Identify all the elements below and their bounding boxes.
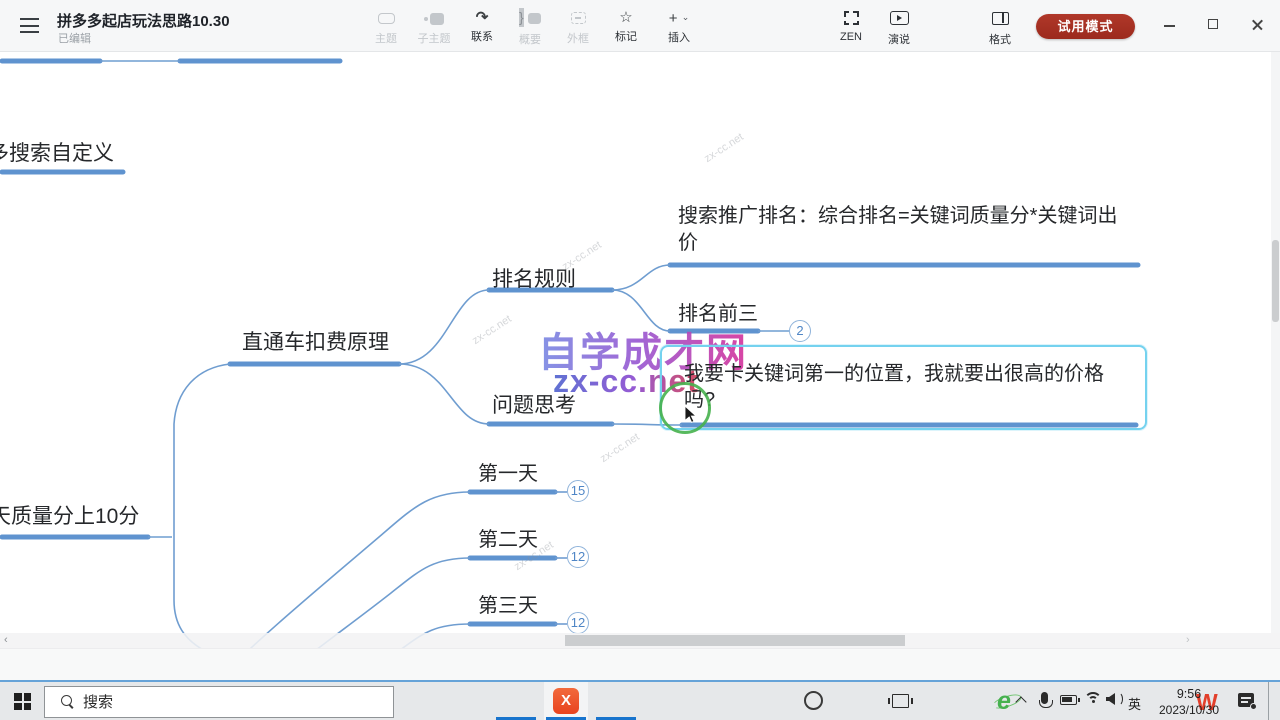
- node-quality-score[interactable]: 三天质量分上10分: [0, 500, 139, 530]
- toolbar-marker-button[interactable]: ☆ 标记: [601, 6, 651, 48]
- battery-icon[interactable]: [1060, 695, 1077, 705]
- cortana-icon: [804, 691, 823, 710]
- node-day3[interactable]: 第三天: [478, 589, 538, 618]
- topic-icon: [378, 13, 395, 24]
- speaker-wave: [1113, 692, 1123, 706]
- maximize-icon: [1208, 19, 1218, 29]
- node-paid-traffic[interactable]: 直通车扣费原理: [242, 326, 389, 356]
- minimize-button[interactable]: [1152, 10, 1188, 40]
- status-bar: [0, 648, 1280, 680]
- task-view-icon: [892, 694, 909, 708]
- subtopic-icon: [424, 13, 444, 24]
- relationship-icon: ↷: [476, 8, 489, 27]
- taskbar-search[interactable]: [44, 686, 394, 718]
- collapsed-badge-rank-top3[interactable]: 2: [789, 320, 811, 342]
- toolbar-zen-button[interactable]: ZEN: [826, 6, 876, 48]
- selected-node-outline[interactable]: [660, 345, 1147, 430]
- collapsed-badge-day1[interactable]: 15: [567, 480, 589, 502]
- mouse-cursor: [684, 405, 698, 424]
- zen-mode-icon: [844, 11, 859, 25]
- vertical-scrollbar[interactable]: [1271, 52, 1280, 633]
- node-search-rank-formula[interactable]: 搜索推广排名：综合排名=关键词质量分*关键词出价: [678, 203, 1136, 257]
- vertical-scrollbar-thumb[interactable]: [1272, 240, 1279, 322]
- close-button[interactable]: [1240, 10, 1276, 40]
- maximize-button[interactable]: [1196, 10, 1232, 40]
- show-desktop-button[interactable]: [1268, 682, 1280, 720]
- horizontal-scrollbar-thumb[interactable]: [565, 635, 905, 646]
- summary-icon: [519, 12, 541, 25]
- mindmap-canvas[interactable]: zx-cc.net zx-cc.net zx-cc.net zx-cc.net …: [0, 52, 1280, 648]
- search-input[interactable]: [83, 687, 383, 717]
- cortana-button[interactable]: [398, 682, 434, 720]
- play-icon: [890, 11, 909, 25]
- toolbar-insert-button[interactable]: + ⌄ 插入: [654, 6, 704, 48]
- windows-logo-icon: [14, 693, 31, 710]
- horizontal-scrollbar[interactable]: ‹ ›: [0, 633, 1280, 648]
- node-rank-top3[interactable]: 排名前三: [678, 297, 758, 326]
- toolbar-format-button[interactable]: 格式: [975, 6, 1025, 48]
- scroll-right-arrow[interactable]: ›: [1186, 634, 1190, 646]
- taskbar-clock[interactable]: 9:56 2023/10/30: [1150, 687, 1228, 717]
- toolbar-present-button[interactable]: 演说: [874, 6, 924, 48]
- titlebar: 拼多多起店玩法思路10.30 已编辑 主题 子主题 ↷ 联系 概要 外框 ☆ 标…: [0, 0, 1280, 52]
- clock-date: 2023/10/30: [1150, 703, 1228, 717]
- node-question-think[interactable]: 问题思考: [492, 389, 576, 419]
- scroll-left-arrow[interactable]: ‹: [4, 634, 8, 646]
- wifi-icon[interactable]: [1084, 692, 1102, 706]
- input-language-indicator[interactable]: 英: [1128, 694, 1141, 713]
- plus-icon: + ⌄: [669, 8, 689, 27]
- toolbar-topic-button[interactable]: 主题: [361, 6, 411, 48]
- menu-hamburger-icon[interactable]: [20, 18, 39, 33]
- clock-time: 9:56: [1150, 687, 1228, 701]
- toolbar-relationship-button[interactable]: ↷ 联系: [457, 6, 507, 48]
- document-status: 已编辑: [58, 30, 91, 46]
- search-icon: [61, 695, 75, 709]
- xmind-icon: X: [553, 688, 579, 714]
- boundary-icon: [571, 12, 586, 24]
- collapsed-badge-day3[interactable]: 12: [567, 612, 589, 634]
- taskbar: e X W 英 9:56 2023/10/30: [0, 680, 1280, 720]
- node-day2[interactable]: 第二天: [478, 523, 538, 552]
- toolbar-boundary-button[interactable]: 外框: [553, 6, 603, 48]
- xmind-button[interactable]: X: [544, 682, 588, 720]
- screen: { "titlebar": { "title": "拼多多起店玩法思路10.30…: [0, 0, 1280, 720]
- toolbar-subtopic-button[interactable]: 子主题: [409, 6, 459, 48]
- document-title: 拼多多起店玩法思路10.30: [57, 10, 230, 31]
- node-day1[interactable]: 第一天: [478, 457, 538, 486]
- internet-explorer-button[interactable]: e: [494, 682, 538, 720]
- microphone-icon[interactable]: [1041, 692, 1048, 704]
- wps-button[interactable]: W: [594, 682, 638, 720]
- format-panel-icon: [992, 12, 1009, 25]
- trial-mode-button[interactable]: 试用模式: [1036, 14, 1135, 39]
- node-rank-rules[interactable]: 排名规则: [492, 263, 576, 293]
- toolbar-summary-button[interactable]: 概要: [505, 6, 555, 48]
- action-center-icon[interactable]: [1238, 693, 1254, 707]
- minimize-icon: [1164, 25, 1175, 27]
- node-search-custom[interactable]: 多搜索自定义: [0, 137, 114, 167]
- start-button[interactable]: [0, 682, 44, 720]
- task-view-button[interactable]: [440, 682, 480, 720]
- star-icon: ☆: [619, 8, 632, 27]
- collapsed-badge-day2[interactable]: 12: [567, 546, 589, 568]
- internet-explorer-icon: e: [997, 687, 1011, 716]
